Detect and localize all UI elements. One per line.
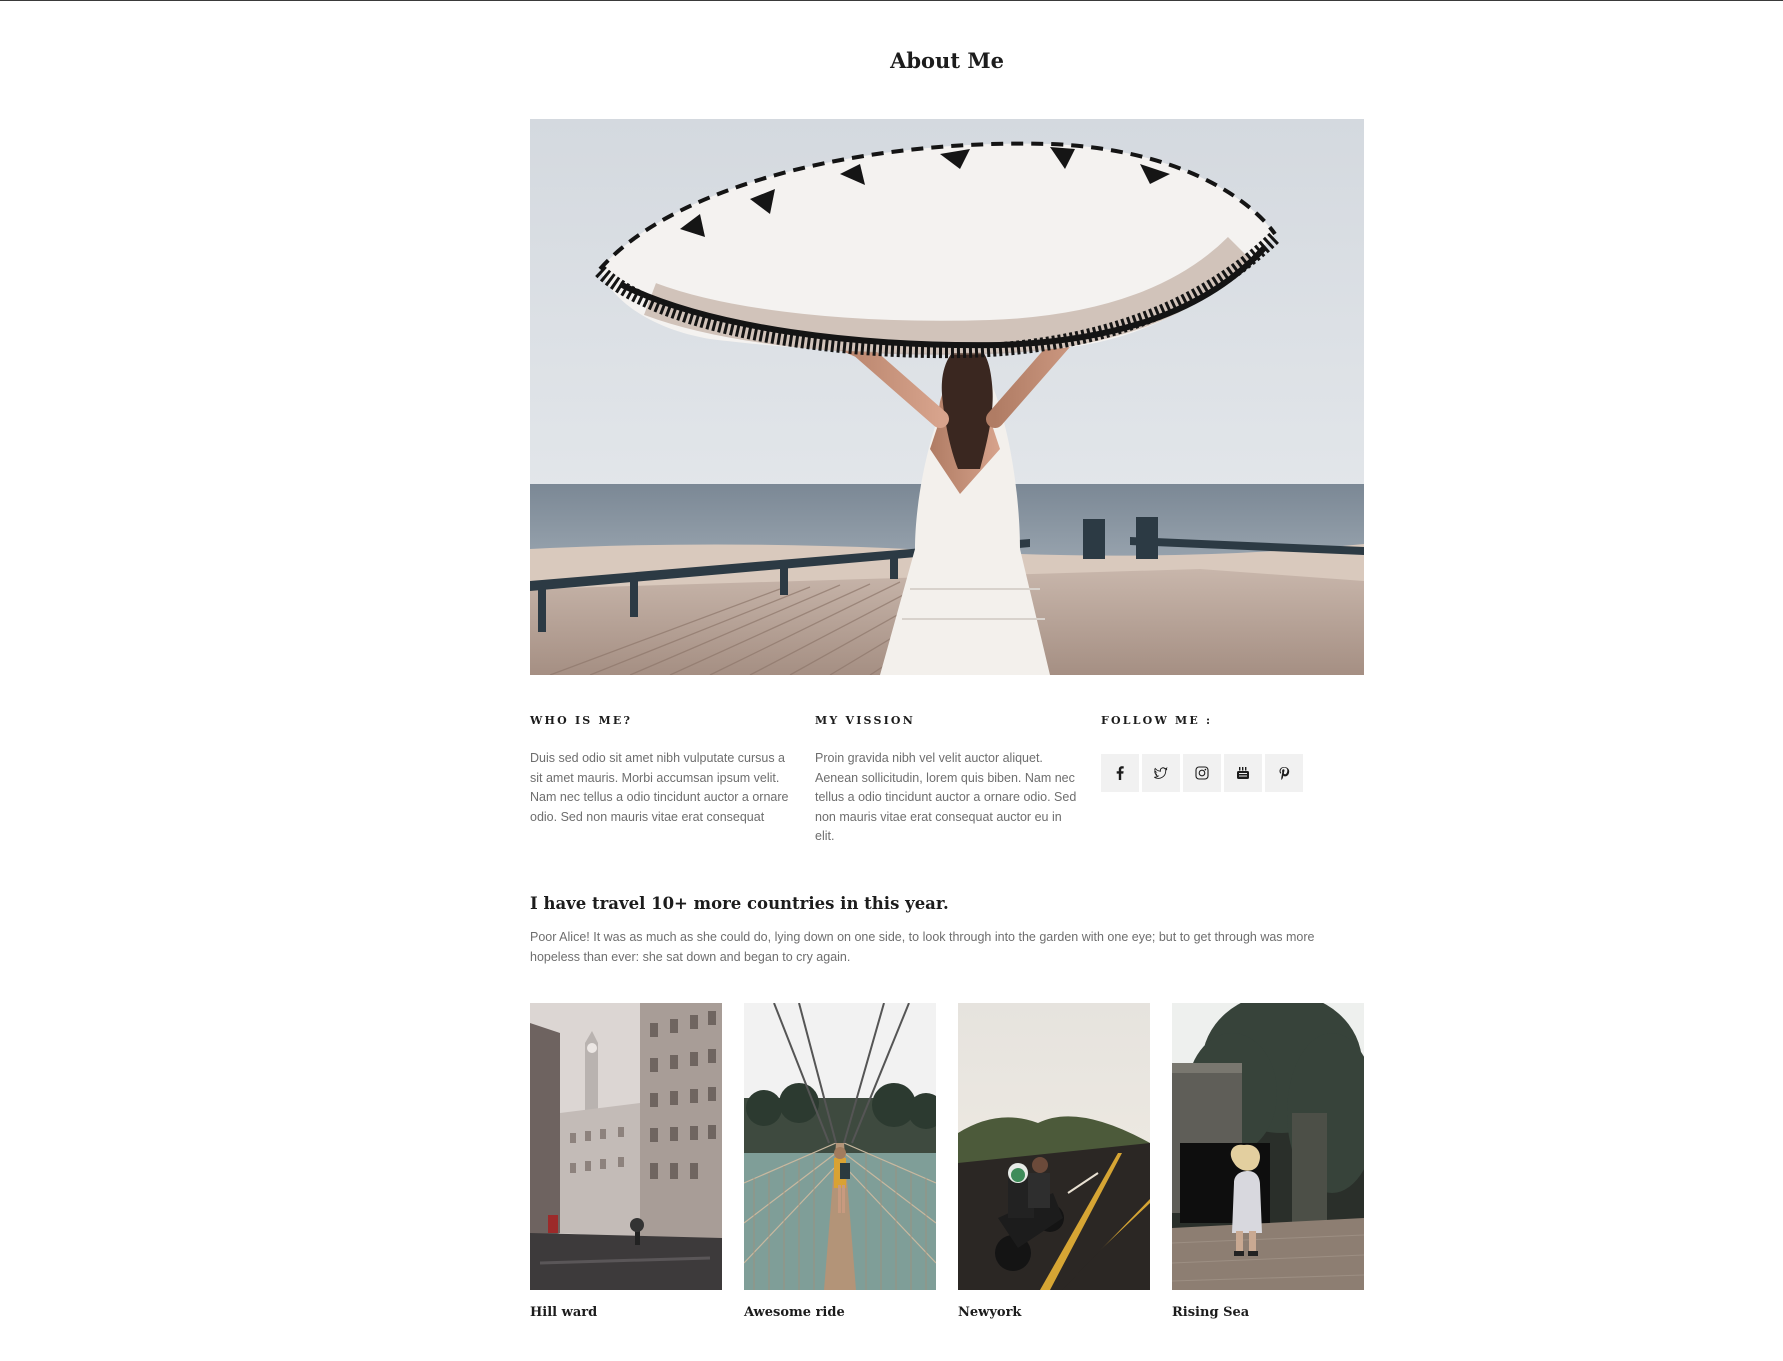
- page-title: About Me: [890, 48, 1004, 73]
- pinterest-button[interactable]: [1265, 754, 1303, 792]
- who-is-me-text: Duis sed odio sit amet nibh vulputate cu…: [530, 751, 789, 824]
- my-vission-text: Proin gravida nibh vel velit auctor aliq…: [815, 751, 1077, 843]
- instagram-icon: [1195, 766, 1209, 780]
- who-is-me-section: WHO IS ME? Duis sed odio sit amet nibh v…: [530, 714, 792, 827]
- twitter-button[interactable]: [1142, 754, 1180, 792]
- facebook-icon: [1116, 766, 1124, 780]
- gallery-card: Rising Sea: [1172, 1003, 1364, 1320]
- top-border: [0, 0, 1783, 1]
- gallery-image-rising-sea[interactable]: [1172, 1003, 1364, 1290]
- who-is-me-heading: WHO IS ME?: [530, 714, 633, 727]
- follow-me-heading: FOLLOW ME :: [1101, 714, 1213, 727]
- pinterest-icon: [1279, 767, 1290, 780]
- gallery-caption[interactable]: Rising Sea: [1172, 1305, 1364, 1320]
- travel-text: Poor Alice! It was as much as she could …: [530, 930, 1315, 964]
- gallery-card: Newyork: [958, 1003, 1150, 1320]
- travel-gallery: Hill ward Awesome ride Newyork Rising Se…: [530, 1003, 1364, 1333]
- gallery-caption[interactable]: Hill ward: [530, 1305, 722, 1320]
- gallery-card: Awesome ride: [744, 1003, 936, 1320]
- social-links: [1101, 754, 1364, 792]
- gallery-caption[interactable]: Awesome ride: [744, 1305, 936, 1320]
- gallery-image-newyork[interactable]: [958, 1003, 1150, 1290]
- travel-heading: I have travel 10+ more countries in this…: [530, 894, 949, 913]
- hero-image: [530, 119, 1364, 675]
- my-vission-section: MY VISSION Proin gravida nibh vel velit …: [815, 714, 1083, 847]
- gallery-card: Hill ward: [530, 1003, 722, 1320]
- facebook-button[interactable]: [1101, 754, 1139, 792]
- follow-me-section: FOLLOW ME :: [1101, 714, 1364, 792]
- youtube-icon: [1237, 767, 1249, 779]
- youtube-button[interactable]: [1224, 754, 1262, 792]
- gallery-image-hill-ward[interactable]: [530, 1003, 722, 1290]
- my-vission-heading: MY VISSION: [815, 714, 915, 727]
- gallery-image-awesome-ride[interactable]: [744, 1003, 936, 1290]
- twitter-icon: [1154, 767, 1168, 779]
- instagram-button[interactable]: [1183, 754, 1221, 792]
- gallery-caption[interactable]: Newyork: [958, 1305, 1150, 1320]
